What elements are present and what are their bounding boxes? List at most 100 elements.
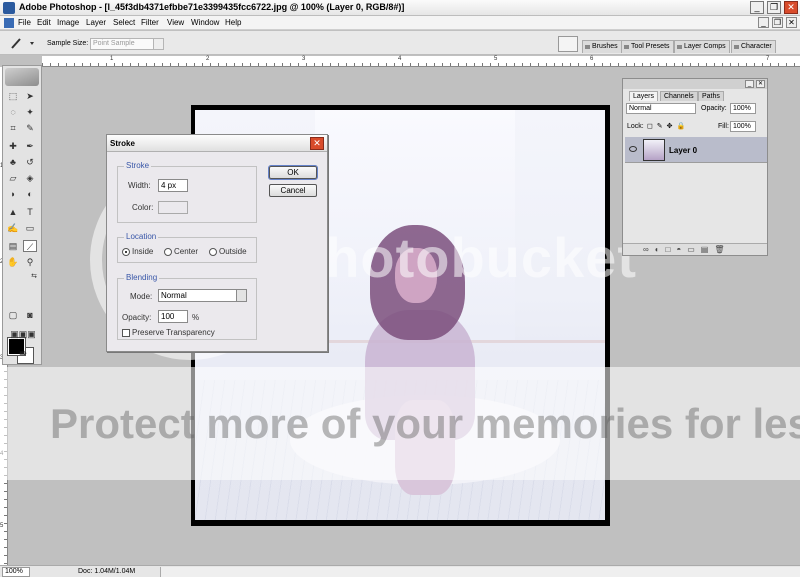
tab-channels[interactable]: Channels [660, 91, 698, 101]
zoom-field[interactable]: 100% [2, 567, 30, 577]
doc-minimize-button[interactable]: _ [758, 17, 769, 28]
eraser-tool-icon[interactable]: ▱ [6, 172, 20, 184]
color-label: Color: [132, 203, 154, 212]
notes-tool-icon[interactable]: ▤ [6, 240, 20, 252]
center-label: Center [174, 247, 199, 256]
slice-tool-icon[interactable]: ✎ [23, 122, 37, 134]
document-icon [4, 18, 14, 28]
eyedropper-tool-icon[interactable]: ⟋ [23, 240, 37, 252]
screen-mode-icons[interactable]: ▣▣▣ [6, 328, 40, 340]
options-bar: Sample Size: Point Sample Brushes Tool P… [0, 31, 800, 55]
location-group-label: Location [124, 232, 159, 241]
sample-size-value: Point Sample [93, 40, 135, 47]
clone-stamp-icon[interactable]: ♣ [6, 156, 20, 168]
opacity-input[interactable]: 100 [158, 310, 188, 323]
opacity-label: Opacity: [122, 313, 152, 322]
path-selection-icon[interactable]: ▲ [6, 206, 20, 218]
lasso-tool-icon[interactable]: ◌ [6, 106, 20, 118]
magic-wand-icon[interactable]: ✦ [23, 106, 37, 118]
sample-size-select[interactable]: Point Sample [90, 38, 164, 50]
menu-filter[interactable]: Filter [141, 18, 159, 27]
menu-layer[interactable]: Layer [86, 18, 106, 27]
restore-button[interactable]: ❐ [767, 1, 781, 14]
dialog-close-button[interactable]: ✕ [310, 137, 324, 150]
lock-label: Lock: [627, 123, 644, 130]
dialog-title: Stroke [110, 139, 135, 148]
well-tab-tool-presets[interactable]: Tool Presets [621, 40, 674, 53]
cancel-button[interactable]: Cancel [269, 184, 317, 197]
palette-close-button[interactable]: ✕ [756, 80, 765, 88]
close-button[interactable]: ✕ [784, 1, 798, 14]
brush-tool-icon[interactable]: ✒ [23, 140, 37, 152]
fill-input[interactable]: 100% [730, 121, 756, 132]
palette-minimize-button[interactable]: _ [745, 80, 754, 88]
crop-tool-icon[interactable]: ⌗ [6, 122, 20, 134]
palette-footer-icons[interactable]: ∞◐□◓▭▤🗑 [623, 243, 767, 255]
inside-radio[interactable] [122, 248, 130, 256]
standard-mode-icon[interactable]: ▢ [6, 309, 20, 321]
horizontal-ruler[interactable]: 1 2 3 4 5 6 7 [42, 56, 800, 67]
palette-well-icon[interactable] [558, 36, 578, 52]
blend-mode-value: Normal [629, 105, 652, 112]
minimize-button[interactable]: _ [750, 1, 764, 14]
ok-button[interactable]: OK [268, 165, 318, 180]
layer-row[interactable]: Layer 0 [625, 137, 767, 163]
swap-colors-icon[interactable]: ⇆ [27, 271, 41, 283]
rectangle-tool-icon[interactable]: ▭ [23, 222, 37, 234]
jump-to-imageready-icon[interactable]: ⇛ [6, 347, 40, 359]
paint-bucket-icon[interactable]: ◈ [23, 172, 37, 184]
mode-select[interactable]: Normal [158, 289, 238, 302]
ruler-label: 2 [206, 56, 210, 62]
blending-group-label: Blending [124, 273, 160, 282]
dialog-title-bar[interactable]: Stroke ✕ [107, 135, 327, 152]
chevron-down-icon[interactable] [236, 289, 247, 302]
lock-icons[interactable]: ◻✎✥🔒 [647, 122, 689, 130]
menu-file[interactable]: File [18, 18, 31, 27]
adobe-feather-logo[interactable] [5, 68, 39, 86]
menu-help[interactable]: Help [225, 18, 241, 27]
horizontal-scrollbar[interactable] [160, 567, 800, 577]
menu-edit[interactable]: Edit [37, 18, 51, 27]
menu-window[interactable]: Window [191, 18, 219, 27]
well-tab-brushes[interactable]: Brushes [582, 40, 622, 53]
move-tool-icon[interactable]: ➤ [23, 90, 37, 102]
center-radio[interactable] [164, 248, 172, 256]
pen-tool-icon[interactable]: ✍ [6, 222, 20, 234]
stroke-group: Stroke Width: 4 px Color: [117, 161, 257, 223]
width-input[interactable]: 4 px [158, 179, 188, 192]
well-tab-layer-comps[interactable]: Layer Comps [674, 40, 730, 53]
sample-size-label: Sample Size: [47, 40, 89, 47]
zoom-tool-icon[interactable]: ⚲ [23, 256, 37, 268]
doc-close-button[interactable]: ✕ [786, 17, 797, 28]
tab-layers[interactable]: Layers [629, 91, 659, 101]
menu-select[interactable]: Select [113, 18, 135, 27]
mode-value: Normal [161, 291, 187, 300]
color-swatch[interactable] [158, 201, 188, 214]
history-brush-icon[interactable]: ↺ [23, 156, 37, 168]
healing-brush-icon[interactable]: ✚ [6, 140, 20, 152]
doc-restore-button[interactable]: ❐ [772, 17, 783, 28]
tab-paths[interactable]: Paths [698, 91, 724, 101]
stroke-dialog: Stroke ✕ Stroke Width: 4 px Color: Locat… [106, 134, 328, 352]
palette-header[interactable]: _ ✕ [623, 79, 767, 89]
marquee-tool-icon[interactable]: ⬚ [6, 90, 20, 102]
blur-tool-icon[interactable]: ◗ [6, 188, 20, 200]
hand-tool-icon[interactable]: ✋ [6, 256, 20, 268]
dodge-tool-icon[interactable]: ◐ [23, 188, 37, 200]
menu-image[interactable]: Image [57, 18, 79, 27]
well-tab-character[interactable]: Character [731, 40, 776, 53]
quick-mask-icon[interactable]: ◙ [23, 309, 37, 321]
layer-name: Layer 0 [669, 146, 698, 155]
location-group: Location Inside Center Outside [117, 232, 257, 263]
layer-opacity-input[interactable]: 100% [730, 103, 756, 114]
inside-label: Inside [132, 247, 154, 256]
eye-icon[interactable] [629, 146, 637, 152]
outside-radio[interactable] [209, 248, 217, 256]
type-tool-icon[interactable]: T [23, 206, 37, 218]
stroke-group-label: Stroke [124, 161, 152, 170]
menu-view[interactable]: View [167, 18, 184, 27]
blend-mode-select[interactable]: Normal [626, 103, 696, 114]
opacity-percent-label: % [192, 313, 200, 322]
tool-preset-picker[interactable] [8, 36, 36, 50]
preserve-transparency-checkbox[interactable] [122, 329, 130, 337]
